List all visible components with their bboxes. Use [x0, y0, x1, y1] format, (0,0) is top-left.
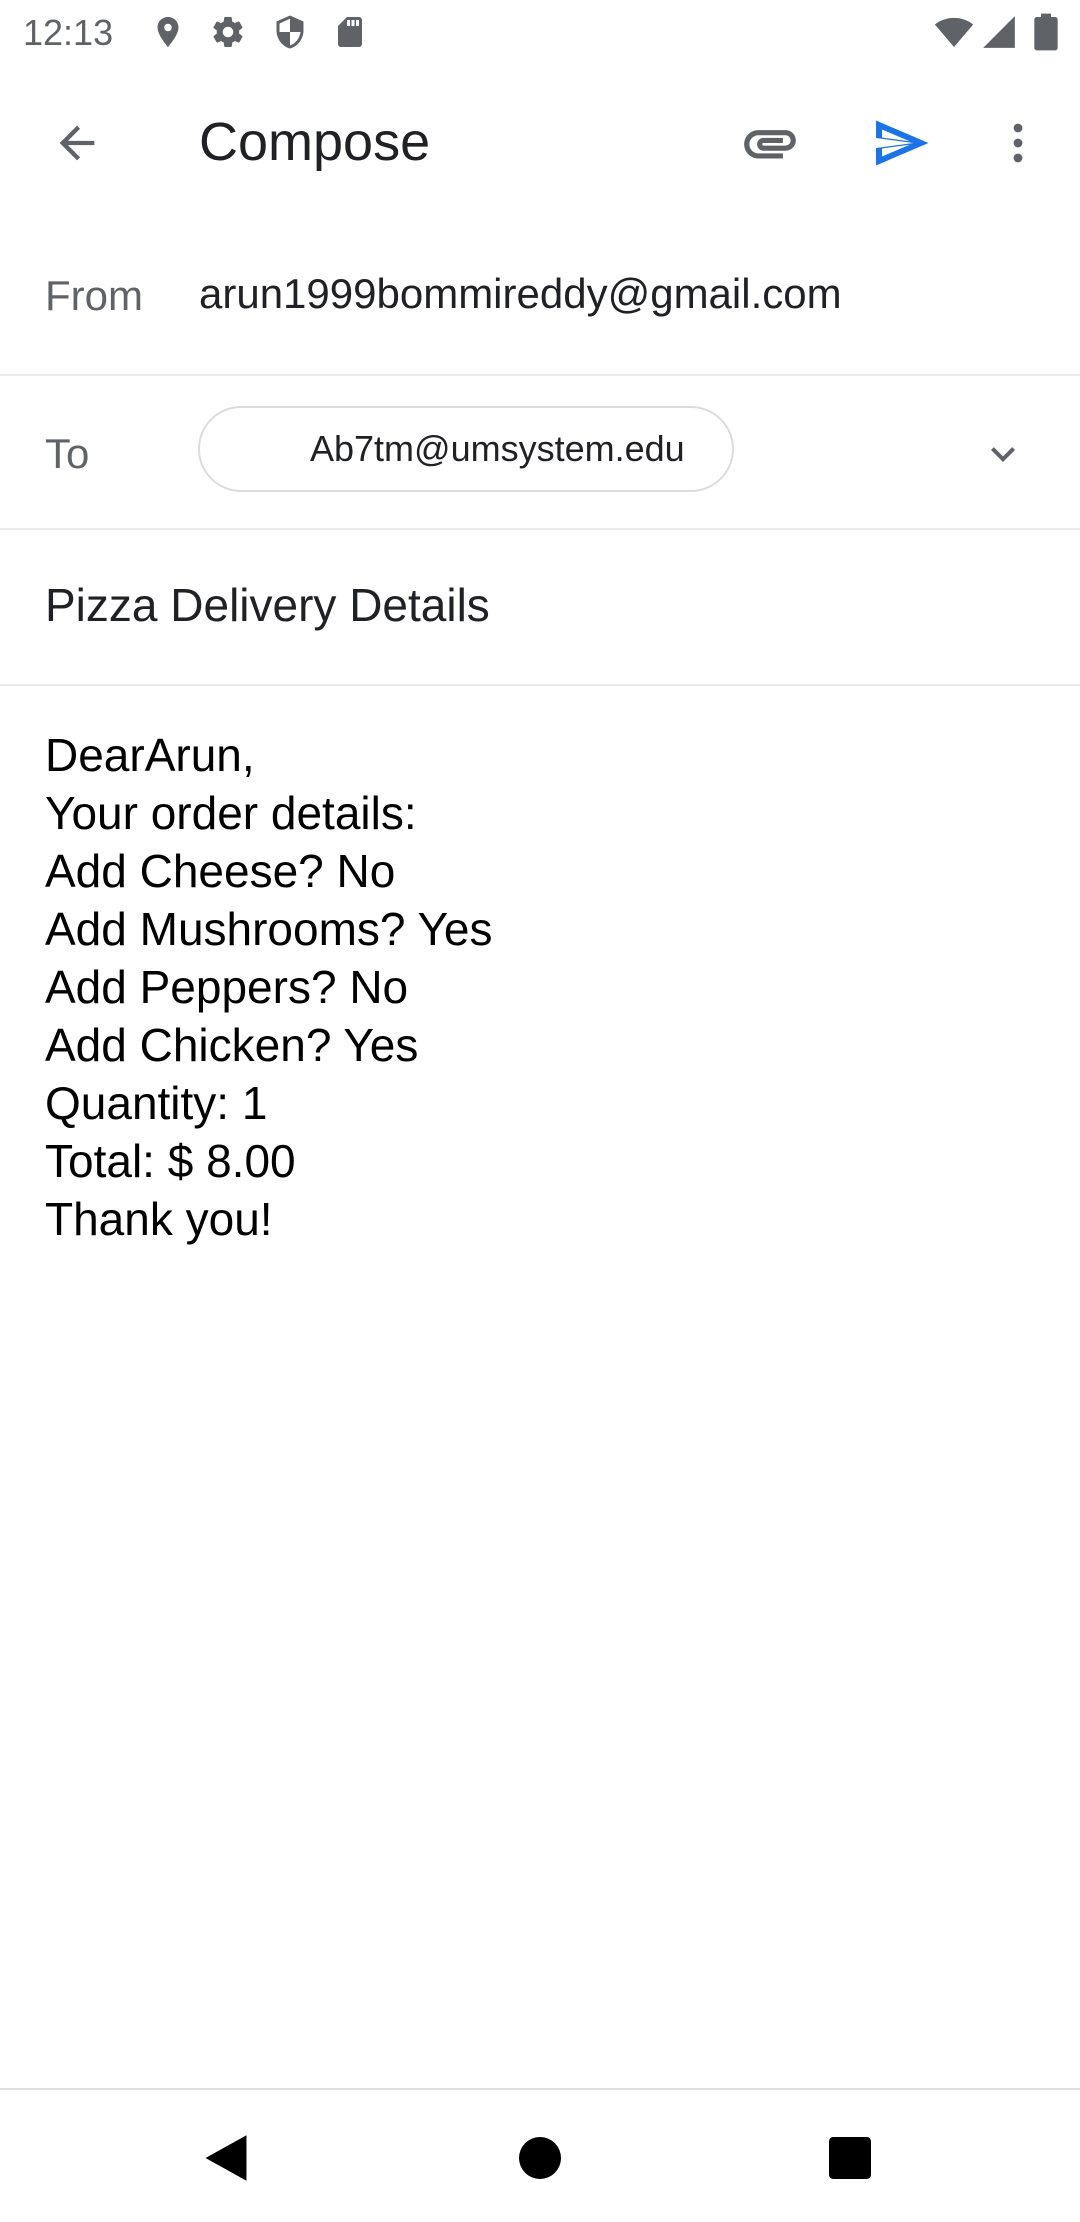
- body-line: Add Mushrooms? Yes: [45, 903, 493, 955]
- body-line: Thank you!: [45, 1193, 273, 1245]
- recipient-chip[interactable]: Ab7tm@umsystem.edu: [198, 406, 734, 492]
- nav-home-button[interactable]: [492, 2110, 588, 2206]
- send-button[interactable]: [853, 95, 949, 191]
- settings-icon: [210, 14, 246, 50]
- message-body[interactable]: DearArun, Your order details: Add Cheese…: [45, 726, 1035, 2026]
- battery-icon: [1032, 12, 1060, 52]
- paperclip-icon: [744, 130, 796, 159]
- body-line: Your order details:: [45, 787, 417, 839]
- body-line: Quantity: 1: [45, 1077, 268, 1129]
- nav-back-icon: [205, 2135, 247, 2181]
- more-options-button[interactable]: [970, 95, 1066, 191]
- nav-recents-button[interactable]: [802, 2110, 898, 2206]
- from-account[interactable]: arun1999bommireddy@gmail.com: [199, 270, 842, 318]
- expand-recipients-button[interactable]: [955, 406, 1051, 502]
- nav-recents-icon: [829, 2137, 871, 2179]
- sd-card-icon: [332, 14, 368, 50]
- subject-field[interactable]: [45, 578, 1035, 632]
- nav-back-button[interactable]: [178, 2110, 274, 2206]
- body-line: Add Cheese? No: [45, 845, 396, 897]
- navigation-bar: [0, 2088, 1080, 2222]
- more-vert-icon: [1013, 123, 1023, 163]
- to-label: To: [45, 430, 90, 477]
- body-line: Total: $ 8.00: [45, 1135, 296, 1187]
- status-time: 12:13: [23, 12, 114, 53]
- nav-home-icon: [519, 2137, 561, 2179]
- status-bar: 12:13: [0, 0, 1080, 66]
- send-icon: [876, 120, 929, 166]
- body-line: Add Peppers? No: [45, 961, 409, 1013]
- subject-row: [0, 530, 1080, 686]
- body-line: DearArun,: [45, 729, 255, 781]
- chevron-down-icon: [991, 447, 1015, 462]
- back-button[interactable]: [29, 95, 125, 191]
- app-bar: Compose: [0, 66, 1080, 220]
- arrow-back-icon: [59, 125, 95, 161]
- from-row: From arun1999bommireddy@gmail.com: [0, 220, 1080, 376]
- attach-button[interactable]: [722, 95, 818, 191]
- from-label: From: [45, 272, 143, 319]
- shield-icon: [272, 14, 308, 50]
- location-icon: [150, 14, 186, 50]
- wifi-icon: [934, 12, 974, 52]
- recipient-chip-label: Ab7tm@umsystem.edu: [310, 428, 685, 469]
- page-title: Compose: [199, 112, 431, 172]
- cell-signal-icon: [980, 13, 1018, 51]
- to-row: To Ab7tm@umsystem.edu: [0, 376, 1080, 530]
- body-line: Add Chicken? Yes: [45, 1019, 419, 1071]
